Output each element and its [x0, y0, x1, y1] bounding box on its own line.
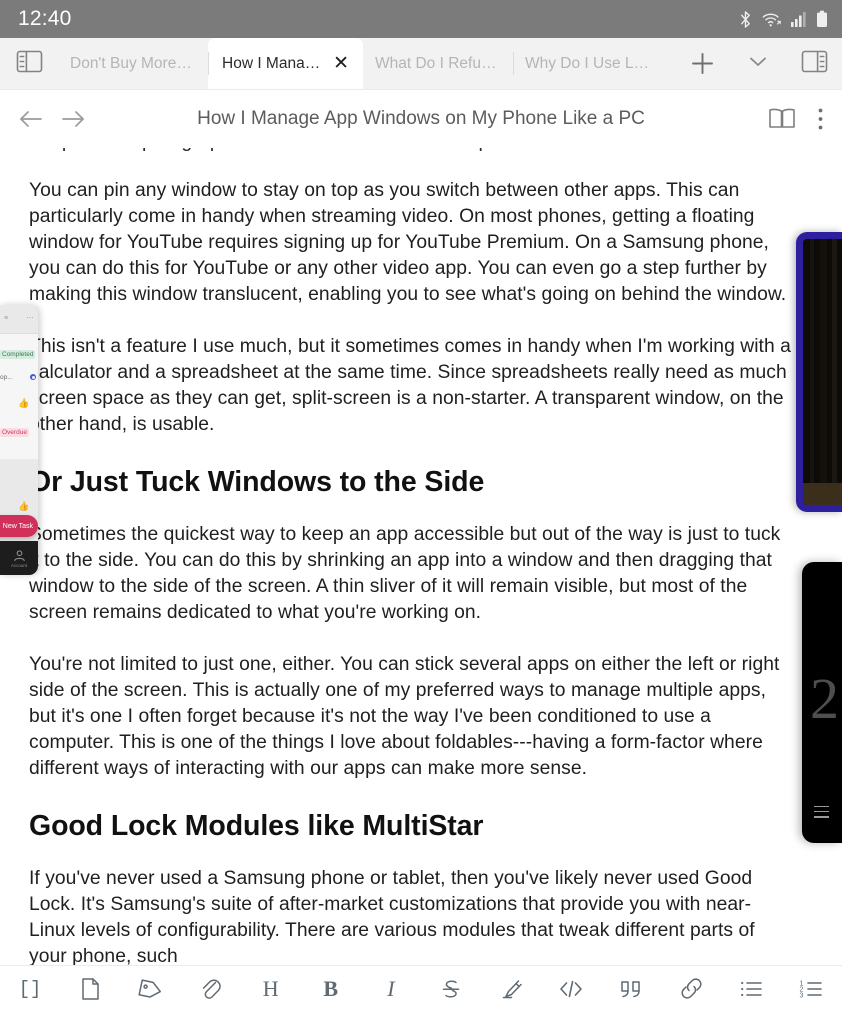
clipped-scrolled-line: the previous paragraph line scrolled abo… — [29, 148, 792, 162]
quote-icon[interactable] — [601, 966, 661, 1011]
navigation-bar: How I Manage App Windows on My Phone Lik… — [0, 90, 842, 148]
radio-selected-icon[interactable] — [30, 374, 36, 380]
thumbs-up-icon[interactable]: 👍 — [18, 398, 29, 409]
tab-label: How I Manage... — [222, 54, 323, 72]
link-icon[interactable] — [662, 966, 722, 1011]
article-paragraph: You're not limited to just one, either. … — [29, 654, 780, 779]
video-frame-streak — [832, 239, 837, 483]
task-card[interactable]: Completed op... 👍 Overdue — [0, 333, 38, 459]
video-frame-streak — [820, 239, 827, 483]
nav-history-controls — [18, 108, 86, 130]
file-icon[interactable] — [60, 966, 120, 1011]
status-bar-clock: 12:40 — [18, 7, 72, 30]
page-title: How I Manage App Windows on My Phone Lik… — [197, 108, 645, 129]
bullet-list-icon[interactable] — [722, 966, 782, 1011]
more-vertical-icon[interactable] — [817, 106, 824, 132]
battery-icon — [816, 10, 828, 28]
tab-label: What Do I Refuse t... — [375, 54, 501, 72]
browser-tab[interactable]: Why Do I Use Linu... — [513, 38, 663, 89]
more-horizontal-icon[interactable]: ⋯ — [27, 314, 35, 322]
book-icon[interactable] — [767, 106, 797, 132]
right-panel-toggle-button[interactable] — [786, 49, 842, 79]
account-label: Account — [10, 562, 28, 568]
tab-strip-actions — [674, 38, 842, 89]
article-paragraph: Sometimes the quickest way to keep an ap… — [29, 524, 781, 623]
numbered-list-icon[interactable]: 1 2 3 — [782, 966, 842, 1011]
italic-icon[interactable]: I — [361, 966, 421, 1011]
sidebar-toggle-button[interactable] — [0, 38, 58, 89]
nav-actions — [767, 106, 824, 132]
tab-label: Why Do I Use Linu... — [525, 54, 651, 72]
editor-toolbar: [] H B I 1 2 3 — [0, 965, 842, 1011]
svg-text:3: 3 — [800, 992, 804, 999]
code-icon[interactable] — [541, 966, 601, 1011]
brackets-icon[interactable]: [] — [0, 966, 60, 1011]
article-paragraph: You can pin any window to stay on top as… — [29, 180, 787, 305]
back-arrow-icon[interactable] — [18, 108, 44, 130]
task-window-header: ≡ ⋯ — [0, 305, 38, 331]
account-icon — [13, 549, 25, 561]
strikethrough-icon[interactable] — [421, 966, 481, 1011]
tucked-video-window[interactable] — [796, 232, 842, 512]
bluetooth-icon — [738, 10, 753, 29]
browser-tab[interactable]: Don't Buy More C... — [58, 38, 208, 89]
calculator-display-value: 2 — [810, 666, 839, 731]
browser-tab-active[interactable]: How I Manage... ✕ — [208, 38, 363, 89]
video-frame-streak — [810, 239, 814, 483]
wifi-icon — [762, 11, 782, 28]
new-tab-button[interactable] — [674, 50, 730, 77]
close-icon[interactable]: ✕ — [333, 54, 349, 73]
chevron-down-icon — [746, 49, 770, 78]
article-content[interactable]: the previous paragraph line scrolled abo… — [0, 148, 842, 965]
forward-arrow-icon[interactable] — [60, 108, 86, 130]
tab-label: Don't Buy More C... — [70, 54, 196, 72]
tag-icon[interactable] — [120, 966, 180, 1011]
thumbs-up-icon[interactable]: 👍 — [18, 501, 29, 512]
video-frame-floor — [803, 483, 842, 505]
status-bar: 12:40 — [0, 0, 842, 38]
new-task-button[interactable]: New Task — [0, 515, 38, 537]
paperclip-icon[interactable] — [180, 966, 240, 1011]
article-paragraph: If you've never used a Samsung phone or … — [29, 868, 755, 965]
status-badge-overdue: Overdue — [0, 428, 29, 437]
bold-icon[interactable]: B — [301, 966, 361, 1011]
task-app-bottom-nav[interactable]: Account — [0, 541, 38, 575]
right-panel-icon — [801, 49, 828, 79]
tucked-task-app-window[interactable]: ≡ ⋯ Completed op... 👍 Overdue 👍 New Task… — [0, 305, 38, 575]
video-window-content — [803, 239, 842, 505]
status-badge-completed: Completed — [0, 350, 36, 359]
heading-icon[interactable]: H — [241, 966, 301, 1011]
hamburger-menu-icon[interactable] — [814, 805, 829, 821]
signal-icon — [791, 11, 807, 28]
tabs-area: Don't Buy More C... How I Manage... ✕ Wh… — [58, 38, 674, 89]
status-bar-icons — [738, 10, 828, 29]
tab-list-button[interactable] — [730, 49, 786, 78]
list-icon[interactable]: ≡ — [4, 315, 9, 322]
browser-tab[interactable]: What Do I Refuse t... — [363, 38, 513, 89]
task-row-label: op... — [0, 374, 13, 381]
sidebar-toggle-icon — [16, 49, 43, 79]
highlighter-icon[interactable] — [481, 966, 541, 1011]
article-heading: Good Lock Modules like MultiStar — [29, 810, 484, 842]
article-heading: Or Just Tuck Windows to the Side — [29, 466, 485, 498]
tab-strip: Don't Buy More C... How I Manage... ✕ Wh… — [0, 38, 842, 90]
article-paragraph: This isn't a feature I use much, but it … — [29, 336, 791, 435]
tucked-calculator-window[interactable]: 2 — [802, 562, 842, 843]
